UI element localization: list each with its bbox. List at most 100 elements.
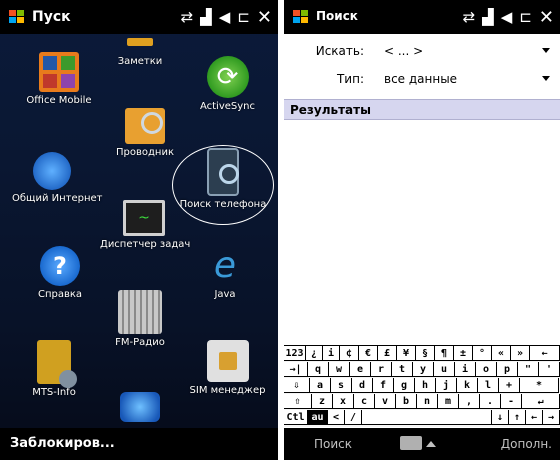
keyboard-key[interactable]: a bbox=[310, 378, 331, 393]
tile-notes[interactable]: Заметки bbox=[110, 38, 170, 67]
results-list[interactable] bbox=[284, 120, 560, 344]
type-select[interactable]: все данные bbox=[384, 72, 457, 86]
keyboard-key[interactable]: 123 bbox=[284, 346, 306, 361]
keyboard-key[interactable]: d bbox=[352, 378, 373, 393]
keyboard-key[interactable]: ¶ bbox=[435, 346, 454, 361]
tile-help[interactable]: ? Справка bbox=[30, 246, 90, 300]
keyboard-key[interactable]: £ bbox=[378, 346, 397, 361]
keyboard-key[interactable]: < bbox=[328, 410, 345, 425]
chevron-down-icon[interactable] bbox=[542, 76, 550, 81]
tile-java[interactable]: e Java bbox=[195, 246, 255, 301]
keyboard-key[interactable]: → bbox=[543, 410, 560, 425]
signal-icon[interactable]: ▟ bbox=[482, 8, 494, 26]
battery-icon[interactable]: ⊏ bbox=[237, 8, 250, 26]
keyboard-key[interactable]: x bbox=[333, 394, 354, 409]
keyboard-key[interactable]: / bbox=[345, 410, 362, 425]
search-for-input[interactable]: < ... > bbox=[384, 44, 423, 58]
keyboard-key[interactable]: ° bbox=[473, 346, 492, 361]
close-icon[interactable]: ✕ bbox=[539, 7, 554, 28]
keyboard-key[interactable]: h bbox=[415, 378, 436, 393]
keyboard-key[interactable]: ⇩ bbox=[284, 378, 310, 393]
keyboard-key[interactable]: ¥ bbox=[397, 346, 416, 361]
keyboard-key[interactable]: . bbox=[480, 394, 501, 409]
keyboard-key[interactable]: - bbox=[501, 394, 522, 409]
keyboard-key[interactable]: p bbox=[497, 362, 518, 377]
keyboard-key[interactable]: r bbox=[371, 362, 392, 377]
keyboard-key[interactable]: " bbox=[518, 362, 539, 377]
connection-manager-icon[interactable] bbox=[120, 392, 160, 422]
keyboard-key[interactable]: v bbox=[375, 394, 396, 409]
keyboard-key[interactable]: k bbox=[457, 378, 478, 393]
keyboard-key[interactable]: n bbox=[417, 394, 438, 409]
keyboard-key[interactable]: s bbox=[331, 378, 352, 393]
signal-icon[interactable]: ▟ bbox=[200, 8, 212, 26]
connectivity-icon[interactable]: ⇄ bbox=[463, 8, 476, 26]
search-softkey[interactable]: Поиск bbox=[314, 437, 352, 451]
keyboard-key[interactable]: y bbox=[413, 362, 434, 377]
keyboard-key[interactable]: + bbox=[499, 378, 520, 393]
connectivity-icon[interactable]: ⇄ bbox=[181, 8, 194, 26]
keyboard-key[interactable]: « bbox=[492, 346, 511, 361]
tile-activesync[interactable]: ⟳ ActiveSync bbox=[190, 56, 265, 112]
keyboard-key[interactable]: § bbox=[416, 346, 435, 361]
windows-logo-icon[interactable] bbox=[9, 10, 25, 24]
keyboard-key[interactable]: ¿ bbox=[306, 346, 323, 361]
more-softkey[interactable]: Дополн. bbox=[501, 437, 552, 451]
windows-logo-icon[interactable] bbox=[293, 10, 309, 24]
lock-label[interactable]: Заблокиров... bbox=[10, 436, 115, 451]
keyboard-key[interactable]: u bbox=[434, 362, 455, 377]
tile-label: Проводник bbox=[116, 147, 174, 158]
keyboard-key[interactable]: € bbox=[359, 346, 378, 361]
tile-label: Общий Интернет bbox=[12, 193, 103, 204]
keyboard-key[interactable]: j bbox=[436, 378, 457, 393]
keyboard-key[interactable]: au bbox=[308, 410, 328, 425]
tile-sim-manager[interactable]: SIM менеджер bbox=[185, 340, 270, 396]
keyboard-toggle-icon[interactable] bbox=[400, 436, 422, 450]
keyboard-key[interactable]: » bbox=[511, 346, 530, 361]
tile-internet-sharing[interactable]: Общий Интернет bbox=[12, 152, 103, 204]
keyboard-key[interactable]: ↑ bbox=[509, 410, 526, 425]
keyboard-key[interactable]: l bbox=[478, 378, 499, 393]
tile-task-manager[interactable]: ~ Диспетчер задач bbox=[100, 200, 190, 250]
keyboard-key[interactable]: q bbox=[308, 362, 329, 377]
keyboard-key[interactable]: e bbox=[350, 362, 371, 377]
tile-label: Java bbox=[214, 289, 236, 300]
keyboard-key[interactable]: o bbox=[476, 362, 497, 377]
keyboard-key[interactable]: ← bbox=[526, 410, 543, 425]
keyboard-key[interactable]: ' bbox=[539, 362, 560, 377]
keyboard-key[interactable]: * bbox=[520, 378, 559, 393]
keyboard-key[interactable]: w bbox=[329, 362, 350, 377]
keyboard-key[interactable]: f bbox=[373, 378, 394, 393]
keyboard-key[interactable]: c bbox=[354, 394, 375, 409]
keyboard-key[interactable]: ⇧ bbox=[284, 394, 312, 409]
keyboard-key[interactable]: m bbox=[438, 394, 459, 409]
tile-mts-info[interactable]: MTS-Info bbox=[24, 340, 84, 398]
chevron-up-icon[interactable] bbox=[426, 441, 436, 447]
keyboard-key[interactable]: b bbox=[396, 394, 417, 409]
keyboard-key[interactable]: ± bbox=[454, 346, 473, 361]
keyboard-key[interactable]: i bbox=[455, 362, 476, 377]
help-icon: ? bbox=[40, 246, 80, 286]
close-icon[interactable]: ✕ bbox=[257, 7, 272, 28]
keyboard-key[interactable]: g bbox=[394, 378, 415, 393]
volume-icon[interactable]: ◀ bbox=[219, 8, 231, 26]
keyboard-key[interactable]: ¢ bbox=[340, 346, 359, 361]
tile-explorer[interactable]: Проводник bbox=[110, 108, 180, 158]
keyboard-row: →| q w e r t y u i o p " ' bbox=[284, 362, 560, 378]
keyboard-key[interactable]: Ctl bbox=[284, 410, 308, 425]
keyboard-key[interactable]: →| bbox=[284, 362, 308, 377]
search-screen: Поиск ⇄ ▟ ◀ ⊏ ✕ Искать: < ... > Тип: все… bbox=[284, 0, 560, 460]
tile-fm-radio[interactable]: FM-Радио bbox=[108, 290, 172, 348]
keyboard-key[interactable]: ← bbox=[530, 346, 560, 361]
chevron-down-icon[interactable] bbox=[542, 48, 550, 53]
keyboard-key[interactable]: t bbox=[392, 362, 413, 377]
battery-icon[interactable]: ⊏ bbox=[519, 8, 532, 26]
volume-icon[interactable]: ◀ bbox=[501, 8, 513, 26]
tile-office-mobile[interactable]: Office Mobile bbox=[24, 52, 94, 106]
keyboard-key[interactable]: ↓ bbox=[492, 410, 509, 425]
keyboard-key[interactable]: , bbox=[459, 394, 480, 409]
keyboard-key[interactable]: z bbox=[312, 394, 333, 409]
keyboard-key[interactable]: i bbox=[323, 346, 340, 361]
keyboard-key[interactable]: ↵ bbox=[522, 394, 560, 409]
space-key[interactable] bbox=[362, 410, 492, 425]
